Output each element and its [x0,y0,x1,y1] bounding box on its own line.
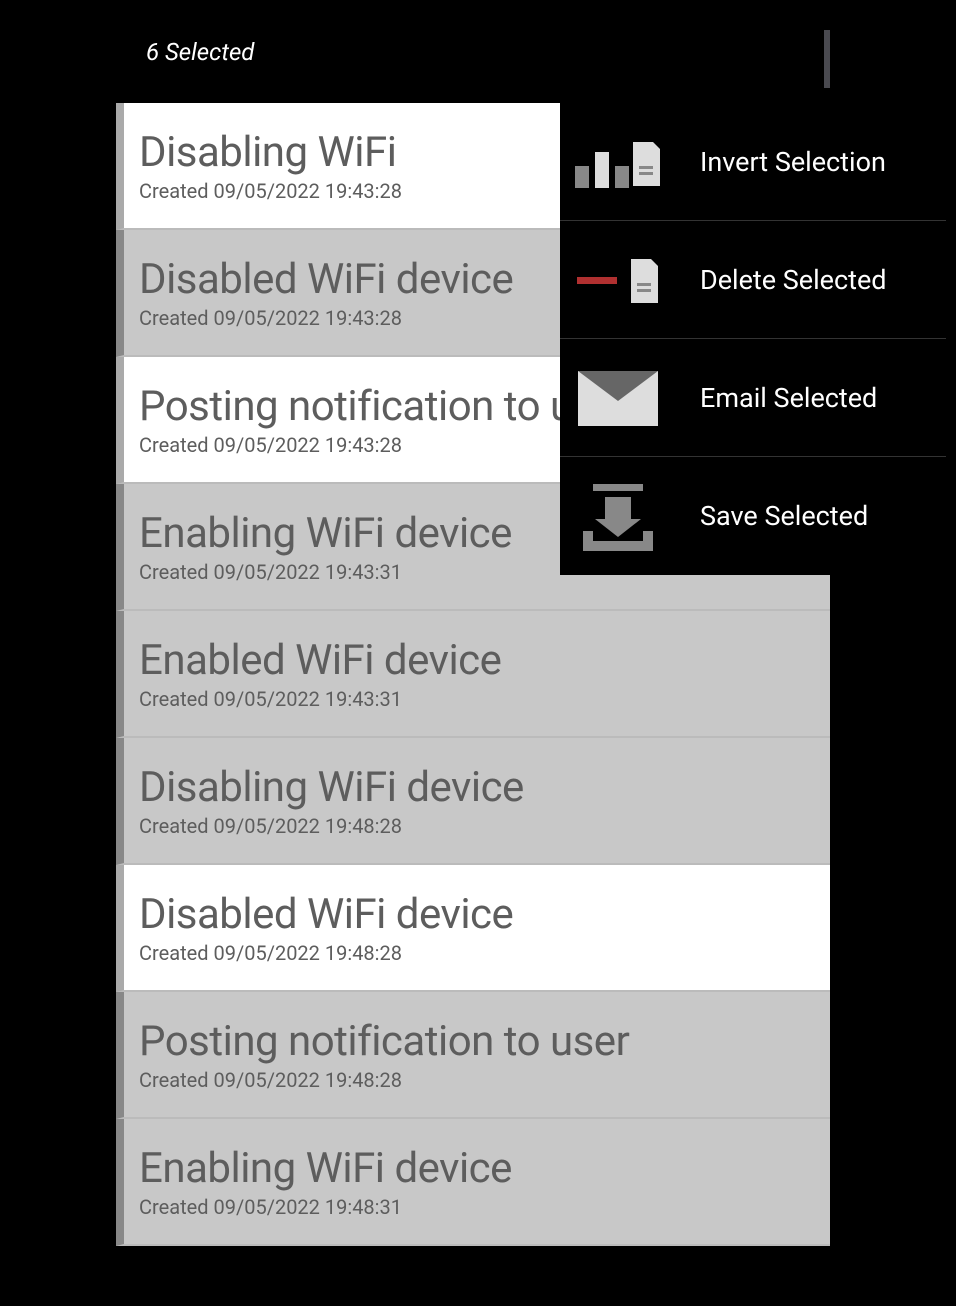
item-subtitle: Created 09/05/2022 19:48:28 [139,941,830,965]
list-item[interactable]: Enabled WiFi device Created 09/05/2022 1… [116,611,830,738]
menu-label: Save Selected [700,500,868,532]
save-icon [575,474,660,559]
item-title: Disabled WiFi device [139,890,830,939]
item-subtitle: Created 09/05/2022 19:43:31 [139,687,830,711]
phone-frame: 6 Selected Disabling WiFi Created 09/05/… [116,0,830,1306]
menu-item-delete[interactable]: Delete Selected [560,221,946,339]
item-title: Disabling WiFi device [139,763,830,812]
list-item[interactable]: Disabling WiFi device Created 09/05/2022… [116,738,830,865]
action-bar: 6 Selected [116,0,830,103]
context-menu: Invert Selection Delete Selected Email [560,103,946,575]
menu-label: Email Selected [700,382,877,414]
item-subtitle: Created 09/05/2022 19:48:31 [139,1195,830,1219]
item-title: Enabled WiFi device [139,636,830,685]
item-subtitle: Created 09/05/2022 19:48:28 [139,814,830,838]
menu-item-invert[interactable]: Invert Selection [560,103,946,221]
list-item[interactable]: Disabled WiFi device Created 09/05/2022 … [116,865,830,992]
invert-selection-icon [575,119,660,204]
menu-item-email[interactable]: Email Selected [560,339,946,457]
list-item[interactable]: Posting notification to user Created 09/… [116,992,830,1119]
item-title: Enabling WiFi device [139,1144,830,1193]
header-divider [824,30,830,88]
menu-item-save[interactable]: Save Selected [560,457,946,575]
selection-count: 6 Selected [146,38,254,66]
menu-label: Invert Selection [700,146,886,178]
list-item[interactable]: Enabling WiFi device Created 09/05/2022 … [116,1119,830,1246]
item-title: Posting notification to user [139,1017,830,1066]
email-icon [575,355,660,440]
menu-label: Delete Selected [700,264,887,296]
item-subtitle: Created 09/05/2022 19:48:28 [139,1068,830,1092]
delete-icon [575,237,660,322]
